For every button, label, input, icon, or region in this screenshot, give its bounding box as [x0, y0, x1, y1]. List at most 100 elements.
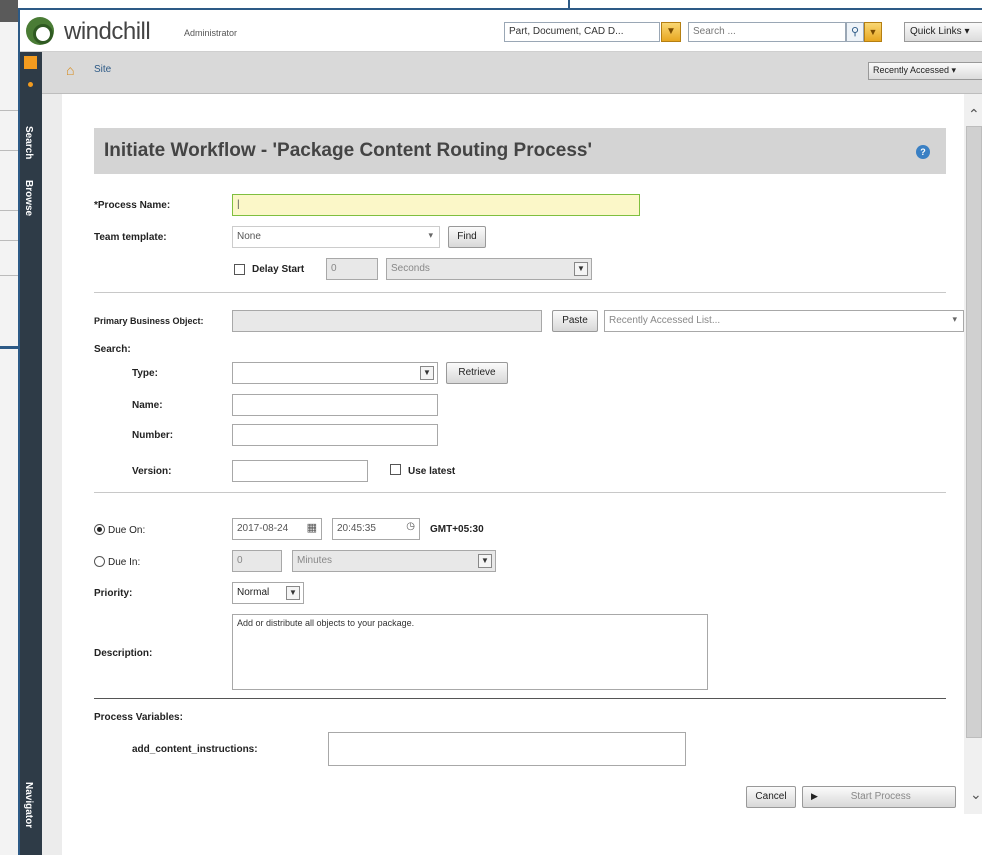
process-name-label: *Process Name: — [94, 200, 171, 211]
due-time-input[interactable]: 20:45:35 ◷ — [332, 518, 420, 540]
windchill-logo-icon — [26, 17, 54, 45]
chevron-down-icon: ▾ — [952, 314, 957, 324]
timezone-label: GMT+05:30 — [430, 524, 484, 535]
due-in-value-input[interactable]: 0 — [232, 550, 282, 572]
background-window-titlebar — [0, 0, 18, 22]
version-input[interactable] — [232, 460, 368, 482]
breadcrumb-bar: ⌂ Site Recently Accessed ▾ — [42, 52, 982, 94]
scope-dropdown-button[interactable]: ▼ — [661, 22, 681, 42]
find-button[interactable]: Find — [448, 226, 486, 248]
background-divider — [0, 275, 18, 276]
navigator-rail: Search Browse Navigator — [20, 52, 42, 855]
background-window — [0, 0, 18, 855]
vertical-scrollbar[interactable]: ⌃ — [964, 94, 982, 814]
search-options-dropdown[interactable]: ▼ — [864, 22, 882, 42]
background-divider — [0, 240, 18, 241]
chevron-down-icon: ▼ — [478, 554, 492, 568]
due-date-value: 2017-08-24 — [237, 523, 289, 534]
use-latest-checkbox[interactable] — [390, 464, 401, 475]
windchill-window: windchill Administrator Part, Document, … — [18, 8, 982, 855]
page-title-bar: Initiate Workflow - 'Package Content Rou… — [94, 128, 946, 174]
home-icon[interactable]: ⌂ — [66, 62, 74, 78]
delay-value-input[interactable]: 0 — [326, 258, 378, 280]
rail-indicator-icon — [28, 82, 33, 87]
retrieve-button[interactable]: Retrieve — [446, 362, 508, 384]
breadcrumb-site-link[interactable]: Site — [94, 64, 111, 75]
search-icon[interactable]: ⚲ — [846, 22, 864, 42]
delay-unit-value: Seconds — [391, 263, 430, 274]
scroll-down-icon[interactable]: ⌄ — [970, 786, 982, 803]
recently-accessed-list-select[interactable]: Recently Accessed List... ▾ — [604, 310, 964, 332]
page-title: Initiate Workflow - 'Package Content Rou… — [104, 140, 592, 161]
section-divider — [94, 492, 946, 493]
delay-unit-select[interactable]: Seconds ▼ — [386, 258, 592, 280]
primary-business-object-label: Primary Business Object: — [94, 316, 204, 326]
recently-accessed-button[interactable]: Recently Accessed ▾ — [868, 62, 982, 80]
name-input[interactable] — [232, 394, 438, 416]
due-time-value: 20:45:35 — [337, 523, 376, 534]
team-template-select[interactable]: None ▾ — [232, 226, 440, 248]
chevron-down-icon: ▼ — [286, 586, 300, 600]
background-divider — [0, 150, 18, 151]
search-label: Search: — [94, 344, 131, 355]
version-label: Version: — [132, 466, 172, 477]
rail-tab-search[interactable]: Search — [23, 126, 34, 159]
due-in-radio[interactable] — [94, 556, 105, 567]
rail-tab-navigator[interactable]: Navigator — [23, 782, 34, 828]
number-input[interactable] — [232, 424, 438, 446]
header-bar: windchill Administrator Part, Document, … — [20, 10, 982, 52]
add-content-instructions-label: add_content_instructions: — [132, 744, 258, 755]
use-latest-label: Use latest — [408, 466, 456, 477]
navigator-pin-icon[interactable] — [24, 56, 37, 69]
name-label: Name: — [132, 400, 163, 411]
section-divider — [94, 292, 946, 293]
number-label: Number: — [132, 430, 174, 441]
brand-name: windchill — [64, 18, 151, 45]
content-gutter — [42, 94, 62, 855]
due-on-label: Due On: — [108, 525, 146, 536]
chevron-down-icon: ▾ — [428, 230, 433, 240]
team-template-label: Team template: — [94, 232, 167, 243]
priority-label: Priority: — [94, 588, 133, 599]
scroll-thumb[interactable] — [966, 126, 982, 738]
due-in-unit-select[interactable]: Minutes ▼ — [292, 550, 496, 572]
due-in-unit-value: Minutes — [297, 555, 333, 566]
search-scope-select[interactable]: Part, Document, CAD D... — [504, 22, 660, 42]
delay-start-checkbox[interactable] — [234, 264, 245, 275]
type-label: Type: — [132, 368, 158, 379]
background-divider — [0, 210, 18, 211]
priority-select[interactable]: Normal ▼ — [232, 582, 304, 604]
add-content-instructions-input[interactable] — [328, 732, 686, 766]
rail-tab-browse[interactable]: Browse — [23, 180, 34, 216]
user-role: Administrator — [184, 28, 238, 38]
team-template-value: None — [237, 231, 261, 242]
quick-links-menu[interactable]: Quick Links ▾ — [904, 22, 982, 42]
priority-value: Normal — [237, 587, 270, 598]
play-icon: ▶ — [811, 791, 818, 801]
due-date-input[interactable]: 2017-08-24 ▦ — [232, 518, 322, 540]
background-divider — [0, 110, 18, 111]
start-process-label: Start Process — [850, 791, 911, 802]
delay-start-label: Delay Start — [252, 264, 305, 275]
process-variables-label: Process Variables: — [94, 712, 183, 723]
help-icon[interactable]: ? — [916, 145, 930, 159]
start-process-button[interactable]: ▶ Start Process — [802, 786, 956, 808]
due-in-label: Due In: — [108, 557, 141, 568]
due-on-radio[interactable] — [94, 524, 105, 535]
section-divider — [94, 698, 946, 699]
chevron-down-icon: ▼ — [574, 262, 588, 276]
global-search-input[interactable]: Search ... — [688, 22, 846, 42]
process-name-input[interactable]: | — [232, 194, 640, 216]
main-content: Initiate Workflow - 'Package Content Rou… — [42, 94, 982, 855]
type-select[interactable]: ▼ — [232, 362, 438, 384]
primary-business-object-input[interactable] — [232, 310, 542, 332]
background-window-border — [0, 346, 18, 349]
cancel-button[interactable]: Cancel — [746, 786, 796, 808]
paste-button[interactable]: Paste — [552, 310, 598, 332]
description-label: Description: — [94, 648, 153, 659]
clock-icon[interactable]: ◷ — [406, 521, 415, 532]
description-textarea[interactable]: Add or distribute all objects to your pa… — [232, 614, 708, 690]
calendar-icon[interactable]: ▦ — [307, 521, 317, 534]
scroll-up-icon[interactable]: ⌃ — [968, 106, 980, 123]
chevron-down-icon: ▼ — [420, 366, 434, 380]
